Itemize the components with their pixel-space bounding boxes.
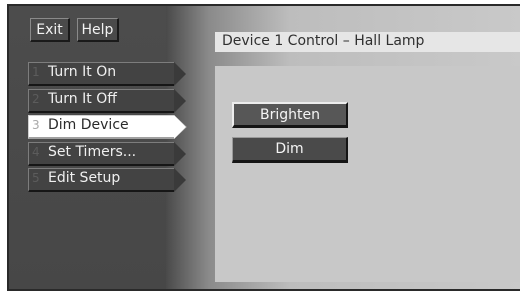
menu-item-arrow bbox=[174, 142, 186, 166]
menu-item-label: Dim Device bbox=[48, 117, 129, 133]
help-button[interactable]: Help bbox=[77, 18, 119, 42]
menu-item-arrow bbox=[174, 62, 186, 86]
menu-item-set-timers[interactable]: 4 Set Timers... bbox=[28, 142, 186, 166]
device-control-screen: Exit Help 1 Turn It On 2 Turn It Off 3 D… bbox=[0, 0, 520, 296]
menu-item-dim-device[interactable]: 3 Dim Device bbox=[28, 115, 187, 139]
dim-button[interactable]: Dim bbox=[232, 137, 348, 163]
menu-item-number: 2 bbox=[32, 92, 40, 106]
exit-button[interactable]: Exit bbox=[30, 18, 70, 42]
menu-item-edit-setup[interactable]: 5 Edit Setup bbox=[28, 168, 186, 192]
panel-title-bar: Device 1 Control – Hall Lamp bbox=[215, 32, 520, 52]
menu-item-number: 1 bbox=[32, 65, 40, 79]
menu-item-number: 4 bbox=[32, 145, 40, 159]
brighten-button[interactable]: Brighten bbox=[232, 102, 348, 128]
menu-item-number: 3 bbox=[32, 118, 40, 132]
menu-item-label: Set Timers... bbox=[48, 144, 137, 160]
panel-title: Device 1 Control – Hall Lamp bbox=[222, 33, 425, 49]
menu-item-label: Turn It Off bbox=[48, 91, 117, 107]
menu-item-turn-off[interactable]: 2 Turn It Off bbox=[28, 89, 186, 113]
menu-item-turn-on[interactable]: 1 Turn It On bbox=[28, 62, 186, 86]
menu-item-label: Edit Setup bbox=[48, 170, 121, 186]
control-panel bbox=[215, 66, 520, 282]
menu-item-arrow bbox=[174, 89, 186, 113]
menu-item-number: 5 bbox=[32, 171, 40, 185]
menu-item-arrow bbox=[174, 168, 186, 192]
menu-item-label: Turn It On bbox=[48, 64, 117, 80]
menu-item-arrow bbox=[174, 115, 186, 139]
